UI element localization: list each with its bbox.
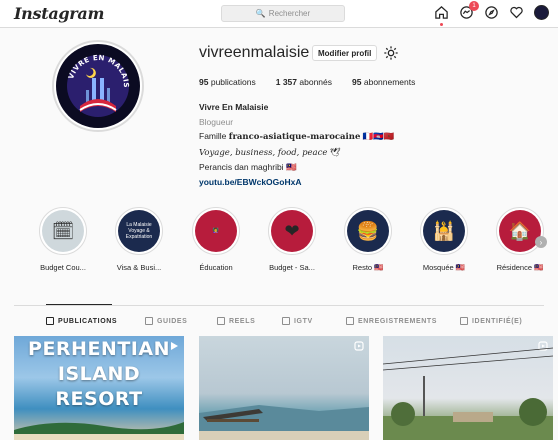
settings-gear-icon[interactable] — [383, 45, 399, 61]
logo-artwork: VIVRE EN MALAISIE.COM — [56, 44, 138, 126]
bio-name: Vivre En Malaisie — [199, 102, 269, 112]
profile-logo: VIVRE EN MALAISIE.COM — [56, 44, 140, 128]
highlight-label: Budget Cou... — [40, 263, 86, 272]
story-highlights: 🗓 Budget Cou... La Malaisie Voyage & Expat… — [32, 207, 558, 277]
post-thumbnail-3[interactable] — [383, 336, 553, 440]
top-navigation-bar: Instagram 🔍 Rechercher 1 — [0, 0, 558, 28]
search-input[interactable]: 🔍 Rechercher — [221, 5, 345, 22]
play-icon — [171, 342, 178, 350]
post-thumbnail-1[interactable]: PERHENTIAN ISLAND RESORT — [14, 336, 184, 440]
avatar — [534, 5, 549, 20]
bookmark-icon — [346, 317, 354, 325]
field-scenery — [383, 347, 553, 440]
active-indicator — [440, 23, 443, 26]
following-stat[interactable]: 95 abonnements — [352, 77, 415, 87]
highlight-item[interactable]: 👩‍🏫 Éducation — [185, 207, 247, 272]
bio-category: Blogueur — [199, 116, 234, 127]
notification-badge: 1 — [469, 1, 479, 11]
highlight-label: Visa & Busi... — [116, 263, 162, 272]
highlight-ring: ❤ — [268, 207, 316, 255]
highlight-label: Resto 🇲🇾 — [352, 263, 384, 272]
highlight-item[interactable]: La Malaisie Voyage & Expatriation Visa & … — [108, 207, 170, 272]
search-icon: 🔍 — [255, 9, 266, 18]
highlight-item[interactable]: ❤ Budget - Sa... — [261, 207, 323, 272]
home-icon — [435, 6, 448, 19]
followers-stat[interactable]: 1 357 abonnés — [276, 77, 332, 87]
tab-guides[interactable]: GUIDES — [145, 317, 187, 325]
highlights-next-button[interactable]: › — [535, 236, 547, 248]
profile-bio: Vivre En Malaisie Blogueur Famille franc… — [199, 100, 395, 189]
highlight-item[interactable]: 🗓 Budget Cou... — [32, 207, 94, 272]
search-placeholder: Rechercher — [268, 9, 311, 18]
bio-line-family: Famille franco-asiatique-marocaine 🇫🇷🇰🇭🇲… — [199, 131, 395, 142]
highlight-item[interactable]: 🍔 Resto 🇲🇾 — [337, 207, 399, 272]
post-title-line: ISLAND — [57, 363, 141, 385]
profile-button[interactable] — [533, 4, 550, 21]
reel-icon — [354, 341, 364, 351]
highlight-cover-icon: La Malaisie Voyage & Expatriation — [118, 210, 160, 252]
profile-picture[interactable]: VIVRE EN MALAISIE.COM — [52, 40, 144, 132]
palm-trees-scenery — [14, 422, 184, 440]
highlight-ring: 👩‍🏫 — [192, 207, 240, 255]
highlight-ring: 🍔 — [344, 207, 392, 255]
post-title-line: PERHENTIAN — [28, 338, 170, 360]
post-thumbnail-2[interactable] — [199, 336, 369, 440]
highlight-cover-icon: 🍔 — [347, 210, 389, 252]
highlight-cover-icon: ❤ — [271, 210, 313, 252]
highlight-cover-icon: 🗓 — [42, 210, 84, 252]
active-tab-indicator — [46, 304, 112, 305]
heart-icon — [510, 6, 523, 19]
highlight-label: Résidence 🇲🇾 — [496, 263, 544, 272]
home-button[interactable] — [433, 4, 450, 26]
posts-stat: 95 publications — [199, 77, 256, 87]
bio-link[interactable]: youtu.be/EBWckOGoHxA — [199, 175, 395, 190]
grid-icon — [46, 317, 54, 325]
tab-identifie[interactable]: IDENTIFIÉ(E) — [460, 317, 522, 325]
bio-line-perancis: Perancis dan maghribi 🇲🇾 — [199, 162, 297, 172]
compass-icon — [485, 6, 498, 19]
highlight-ring: La Malaisie Voyage & Expatriation — [115, 207, 163, 255]
highlight-ring: 🗓 — [39, 207, 87, 255]
nav-icons: 1 — [433, 1, 550, 26]
highlight-label: Budget - Sa... — [269, 263, 315, 272]
highlight-item[interactable]: 🕌 Mosquée 🇲🇾 — [413, 207, 475, 272]
highlight-cover-icon: 🕌 — [423, 210, 465, 252]
highlight-ring: 🏠 — [496, 207, 544, 255]
igtv-icon — [282, 317, 290, 325]
bio-line-voyage: Voyage, business, food, peace 🕊 — [199, 146, 341, 158]
messenger-button[interactable]: 1 — [458, 1, 479, 21]
tab-reels[interactable]: REELS — [217, 317, 255, 325]
edit-profile-button[interactable]: Modifier profil — [312, 45, 378, 61]
tab-enregistrements[interactable]: ENREGISTREMENTS — [346, 317, 437, 325]
activity-button[interactable] — [508, 4, 525, 21]
profile-stats: 95 publications 1 357 abonnés 95 abonnem… — [199, 77, 415, 87]
tab-publications[interactable]: PUBLICATIONS — [46, 317, 117, 325]
jetty-scenery — [199, 405, 369, 440]
highlight-cover-icon: 🏠 — [499, 210, 541, 252]
instagram-logo[interactable]: Instagram — [14, 4, 104, 23]
explore-button[interactable] — [483, 4, 500, 21]
highlight-label: Éducation — [199, 263, 233, 272]
guide-icon — [145, 317, 153, 325]
highlight-ring: 🕌 — [420, 207, 468, 255]
tabs-divider — [14, 305, 544, 306]
profile-username: vivreenmalaisie — [199, 44, 310, 61]
highlight-label: Mosquée 🇲🇾 — [422, 263, 466, 272]
highlight-cover-icon: 👩‍🏫 — [195, 210, 237, 252]
tagged-icon — [460, 317, 468, 325]
reels-icon — [217, 317, 225, 325]
tab-igtv[interactable]: IGTV — [282, 317, 313, 325]
